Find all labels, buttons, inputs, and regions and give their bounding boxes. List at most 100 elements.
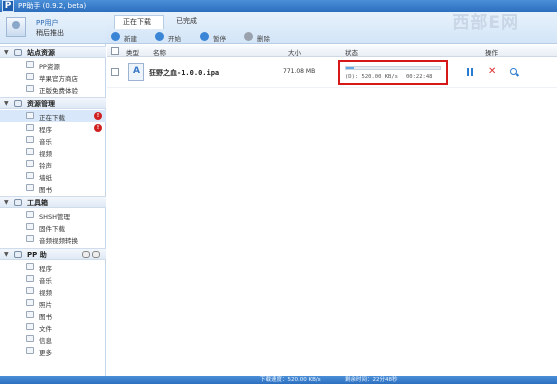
- sidebar-item-ringtone[interactable]: 铃声: [0, 158, 106, 170]
- device-toggles: [82, 251, 102, 260]
- collapse-arrow-icon[interactable]: ▼: [4, 49, 9, 56]
- sidebar-item-device-files[interactable]: 文件: [0, 321, 106, 333]
- sidebar-item-firmware[interactable]: 固件下载: [0, 221, 106, 233]
- collapse-arrow-icon[interactable]: ▼: [4, 199, 9, 206]
- sidebar-item-device-photos[interactable]: 照片: [0, 297, 106, 309]
- user-panel: PP用户 稍后推出: [0, 12, 106, 44]
- file-name: 狂野之血-1.0.0.ipa: [149, 69, 220, 77]
- collapse-arrow-icon[interactable]: ▼: [4, 100, 9, 107]
- tab-downloading[interactable]: 正在下载: [114, 15, 164, 29]
- delete-button[interactable]: 删除: [244, 32, 276, 43]
- sidebar-item-downloading[interactable]: 正在下载 !: [0, 110, 106, 122]
- tab-completed[interactable]: 已完成: [168, 15, 214, 29]
- section-pp-device[interactable]: ▼ PP 助: [0, 248, 106, 260]
- toolbox-icon: [14, 199, 22, 206]
- toolbar: 新建 开始 暂停 删除: [107, 30, 557, 44]
- sidebar-item-label: 苹果官方商店: [39, 75, 78, 83]
- section-site-resources[interactable]: ▼ 站点资源: [0, 46, 106, 58]
- sidebar-item-free-trial[interactable]: 正版免费体验: [0, 83, 106, 95]
- ipa-file-icon: [128, 63, 144, 81]
- sidebar-item-label: SHSH管理: [39, 213, 71, 221]
- user-name[interactable]: PP用户: [36, 18, 58, 28]
- sidebar-item-label: 照片: [39, 301, 52, 309]
- column-size[interactable]: 大小: [288, 47, 301, 57]
- alert-badge: !: [94, 112, 102, 120]
- sidebar-item-device-apps[interactable]: 程序: [0, 261, 106, 273]
- apple-store-icon: [26, 73, 34, 80]
- sidebar-item-label: 视频: [39, 150, 52, 158]
- section-title: 资源管理: [27, 100, 55, 108]
- sidebar-item-pp-resource[interactable]: PP资源: [0, 59, 106, 71]
- sidebar-item-device-video[interactable]: 视频: [0, 285, 106, 297]
- close-icon[interactable]: ✕: [488, 67, 496, 77]
- sidebar-item-wallpaper[interactable]: 墙纸: [0, 170, 106, 182]
- app-icon: [26, 124, 34, 131]
- shsh-icon: [26, 211, 34, 218]
- home-icon: [14, 49, 22, 56]
- sidebar-item-books[interactable]: 图书: [0, 182, 106, 194]
- sidebar-item-apple-store[interactable]: 苹果官方商店: [0, 71, 106, 83]
- section-title: PP 助: [27, 251, 47, 259]
- search-icon[interactable]: [510, 68, 518, 77]
- pause-icon[interactable]: [466, 68, 474, 77]
- start-button-label: 开始: [168, 35, 181, 43]
- free-trial-icon: [26, 85, 34, 92]
- start-button[interactable]: 开始: [155, 32, 187, 43]
- column-status[interactable]: 状态: [345, 47, 358, 57]
- play-icon: [155, 32, 164, 41]
- sidebar-item-label: 音乐: [39, 138, 52, 146]
- sidebar-item-video[interactable]: 视频: [0, 146, 106, 158]
- sidebar-item-label: PP资源: [39, 63, 60, 71]
- collapse-arrow-icon[interactable]: ▼: [4, 251, 9, 258]
- progress-bar: [345, 66, 441, 70]
- sidebar-item-label: 音乐: [39, 277, 52, 285]
- sidebar-item-label: 铃声: [39, 162, 52, 170]
- delete-button-label: 删除: [257, 35, 270, 43]
- avatar[interactable]: [6, 17, 26, 37]
- sidebar-item-label: 图书: [39, 313, 52, 321]
- sidebar-item-label: 信息: [39, 337, 52, 345]
- convert-icon: [26, 235, 34, 242]
- download-icon: [26, 112, 34, 119]
- sidebar-item-label: 图书: [39, 186, 52, 194]
- column-actions: 操作: [485, 49, 498, 57]
- sidebar-item-device-books[interactable]: 图书: [0, 309, 106, 321]
- select-all-checkbox[interactable]: [111, 47, 119, 55]
- file-icon: [26, 323, 34, 330]
- logout-link[interactable]: 稍后推出: [36, 28, 64, 38]
- refresh-icon[interactable]: [92, 251, 100, 258]
- toggle-icon[interactable]: [82, 251, 90, 258]
- file-size: 771.08 MB: [283, 68, 316, 75]
- sidebar-item-device-music[interactable]: 音乐: [0, 273, 106, 285]
- add-icon: [111, 32, 120, 41]
- sidebar-item-music[interactable]: 音乐: [0, 134, 106, 146]
- more-icon: [26, 347, 34, 354]
- row-checkbox[interactable]: [111, 68, 119, 76]
- time-remaining: 00:22:48: [406, 74, 433, 80]
- pp-resource-icon: [26, 61, 34, 68]
- ringtone-icon: [26, 160, 34, 167]
- sidebar-item-device-messages[interactable]: 信息: [0, 333, 106, 345]
- sidebar-item-label: 正版免费体验: [39, 87, 78, 95]
- sidebar-item-apps[interactable]: 程序 !: [0, 122, 106, 134]
- wallpaper-icon: [26, 172, 34, 179]
- status-speed: 下载速度：520.00 KB/s: [260, 377, 321, 383]
- sidebar-item-convert[interactable]: 音频视频转换: [0, 233, 106, 245]
- sidebar: PP用户 稍后推出 ▼ 站点资源 PP资源 苹果官方商店 正版免费体验 ▼ 资源…: [0, 12, 106, 376]
- column-type[interactable]: 类型: [126, 47, 139, 57]
- pause-button-label: 暂停: [213, 35, 226, 43]
- section-title: 工具箱: [27, 199, 48, 207]
- sidebar-item-label: 视频: [39, 289, 52, 297]
- sidebar-item-label: 固件下载: [39, 225, 65, 233]
- section-toolbox[interactable]: ▼ 工具箱: [0, 196, 106, 208]
- book-icon: [26, 311, 34, 318]
- column-name[interactable]: 名称: [153, 47, 166, 57]
- sidebar-item-shsh[interactable]: SHSH管理: [0, 209, 106, 221]
- section-resource-management[interactable]: ▼ 资源管理: [0, 97, 106, 109]
- sidebar-item-device-more[interactable]: 更多: [0, 345, 106, 357]
- music-icon: [26, 275, 34, 282]
- new-button[interactable]: 新建: [111, 32, 143, 43]
- pause-button[interactable]: 暂停: [200, 32, 232, 43]
- pause-icon: [200, 32, 209, 41]
- new-button-label: 新建: [124, 35, 137, 43]
